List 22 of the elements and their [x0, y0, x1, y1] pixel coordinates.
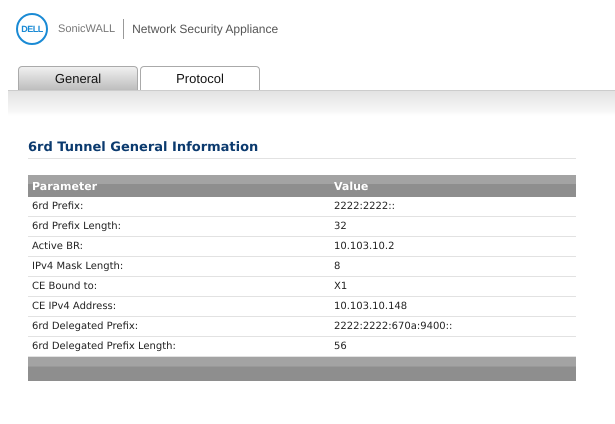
table-cell: 8	[330, 256, 576, 276]
product-subtitle: Network Security Appliance	[132, 22, 278, 36]
tab[interactable]: General	[18, 66, 138, 90]
table-cell: 10.103.10.148	[330, 296, 576, 316]
table-cell: 10.103.10.2	[330, 236, 576, 256]
column-header: Value	[330, 175, 576, 197]
table-cell: 6rd Prefix:	[28, 197, 330, 216]
table-cell: Active BR:	[28, 236, 330, 256]
table-cell: 6rd Delegated Prefix:	[28, 316, 330, 336]
table-cell: CE IPv4 Address:	[28, 296, 330, 316]
table-cell: 6rd Prefix Length:	[28, 216, 330, 236]
table-cell: CE Bound to:	[28, 276, 330, 296]
tab[interactable]: Protocol	[140, 66, 260, 90]
table-cell: 2222:2222:670a:9400::	[330, 316, 576, 336]
table-cell: 32	[330, 216, 576, 236]
column-header: Parameter	[28, 175, 330, 197]
product-name: SonicWALL	[58, 22, 116, 34]
table-cell: IPv4 Mask Length:	[28, 256, 330, 276]
section-title: 6rd Tunnel General Information	[28, 140, 576, 159]
logo-text: DELL	[21, 24, 43, 34]
table-cell: X1	[330, 276, 576, 296]
table-cell: 2222:2222::	[330, 197, 576, 216]
